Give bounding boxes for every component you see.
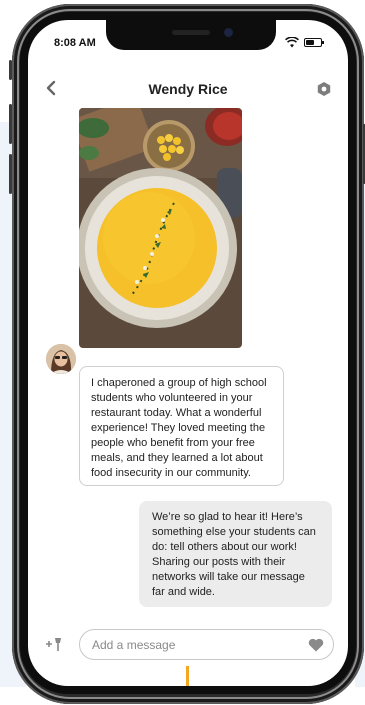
message-composer[interactable] <box>79 629 334 660</box>
volume-down-button <box>9 154 12 194</box>
mute-switch <box>9 60 12 80</box>
battery-level-fill <box>306 40 315 45</box>
phone-screen: 8:08 AM Wendy Rice I chaperoned a group … <box>28 20 348 686</box>
speaker-grille <box>172 30 210 35</box>
hexagon-settings-icon[interactable] <box>316 81 332 97</box>
incoming-message-bubble: I chaperoned a group of high school stud… <box>79 366 284 486</box>
conversation-title: Wendy Rice <box>148 81 228 97</box>
heart-icon[interactable] <box>308 638 324 652</box>
status-time: 8:08 AM <box>54 37 96 49</box>
volume-up-button <box>9 104 12 144</box>
plus-pin-icon[interactable] <box>45 636 63 652</box>
outgoing-message-bubble: We’re so glad to hear it! Here’s somethi… <box>139 501 332 607</box>
message-input[interactable] <box>92 630 292 659</box>
battery-icon <box>304 38 324 47</box>
message-photo[interactable] <box>79 108 242 348</box>
wifi-icon <box>285 37 299 48</box>
home-indicator <box>186 666 189 686</box>
front-camera <box>224 28 233 37</box>
contact-avatar[interactable] <box>46 344 76 374</box>
notch <box>106 20 276 50</box>
